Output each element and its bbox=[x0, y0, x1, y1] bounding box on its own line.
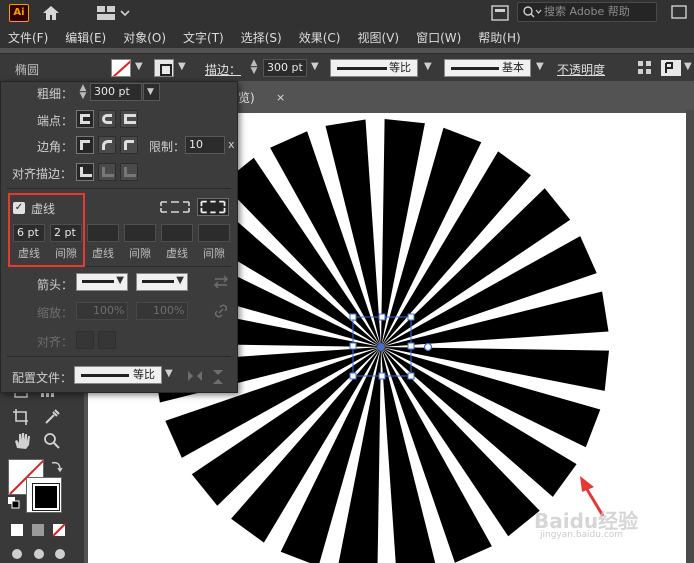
weight-label: 粗细： bbox=[37, 87, 74, 101]
end-scale-input[interactable]: 100% bbox=[136, 302, 188, 320]
gap-2-input[interactable] bbox=[124, 224, 156, 242]
end-arrowhead-select[interactable]: ▼ bbox=[136, 273, 188, 291]
preserve-dash-icon[interactable] bbox=[159, 198, 191, 216]
align-dash-corners-icon[interactable] bbox=[197, 198, 229, 216]
round-cap-button[interactable] bbox=[98, 110, 116, 128]
round-join-button[interactable] bbox=[98, 136, 116, 154]
limit-unit: x bbox=[228, 138, 235, 151]
align-stroke-label: 对齐描边： bbox=[12, 167, 73, 181]
link-icon[interactable] bbox=[213, 303, 229, 319]
align-center-button[interactable] bbox=[76, 163, 94, 181]
dash-3-caption: 虚线 bbox=[166, 247, 188, 260]
flip-across-icon[interactable] bbox=[211, 369, 225, 385]
dash-2-caption: 虚线 bbox=[92, 247, 114, 260]
dash-2-input[interactable] bbox=[87, 224, 119, 242]
butt-cap-button[interactable] bbox=[76, 110, 94, 128]
center-point-icon bbox=[377, 343, 385, 351]
stepper-icon[interactable]: ▲ ▼ bbox=[75, 84, 91, 102]
profile-select-value: 等比 bbox=[133, 368, 155, 381]
swap-arrowheads-icon[interactable] bbox=[213, 274, 229, 290]
start-arrowhead-select[interactable]: ▼ bbox=[76, 273, 128, 291]
cap-label: 端点： bbox=[37, 114, 74, 128]
divider bbox=[7, 356, 231, 357]
chevron-down-icon[interactable]: ▼ bbox=[143, 83, 160, 101]
corner-label: 边角： bbox=[37, 140, 74, 154]
chevron-down-icon[interactable]: ▼ bbox=[165, 368, 173, 379]
projecting-cap-button[interactable] bbox=[120, 110, 138, 128]
start-scale-input[interactable]: 100% bbox=[76, 302, 128, 320]
align-arrow-label: 对齐： bbox=[37, 335, 74, 349]
arrow-extend-button[interactable] bbox=[76, 331, 94, 349]
weight-input[interactable]: 300 pt bbox=[90, 83, 142, 101]
gap-3-caption: 间隙 bbox=[203, 247, 225, 260]
profile-label: 配置文件： bbox=[12, 371, 73, 385]
limit-input[interactable]: 10 bbox=[185, 136, 225, 154]
gap-2-caption: 间隙 bbox=[129, 247, 151, 260]
align-outside-button[interactable] bbox=[120, 163, 138, 181]
watermark-url: jingyan.baidu.com bbox=[540, 530, 624, 540]
miter-join-button[interactable] bbox=[76, 136, 94, 154]
profile-select[interactable]: 等比 bbox=[74, 366, 162, 384]
arrow-place-button[interactable] bbox=[98, 331, 116, 349]
annotation-highlight-box bbox=[8, 193, 85, 267]
dash-3-input[interactable] bbox=[161, 224, 193, 242]
live-shape-widget-icon[interactable] bbox=[423, 342, 433, 352]
bevel-join-button[interactable] bbox=[120, 136, 138, 154]
scale-label: 缩放： bbox=[37, 306, 74, 320]
limit-label: 限制： bbox=[149, 140, 186, 154]
gap-3-input[interactable] bbox=[198, 224, 230, 242]
flip-along-icon[interactable] bbox=[187, 369, 203, 383]
divider bbox=[7, 188, 231, 189]
arrowhead-label: 箭头： bbox=[37, 278, 74, 292]
align-inside-button[interactable] bbox=[98, 163, 116, 181]
